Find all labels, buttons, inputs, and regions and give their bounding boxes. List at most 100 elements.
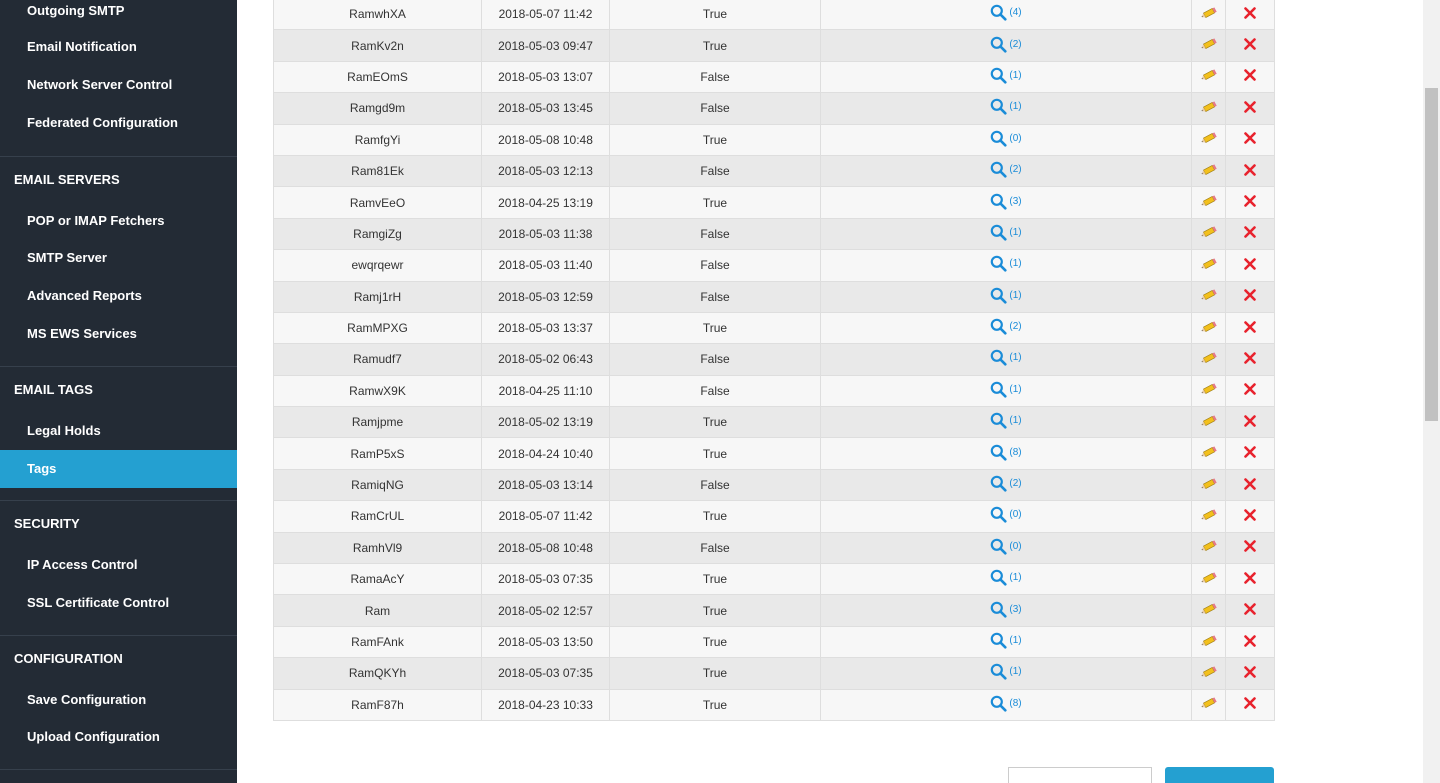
view-emails-link[interactable]: (1)	[990, 224, 1022, 241]
view-emails-link[interactable]: (1)	[990, 255, 1022, 272]
tag-flag-cell: True	[609, 186, 821, 219]
view-emails-link[interactable]: (3)	[990, 601, 1022, 618]
edit-tag-button[interactable]	[1200, 37, 1218, 51]
view-emails-link[interactable]: (1)	[990, 663, 1022, 680]
email-count: (1)	[1009, 383, 1022, 395]
delete-tag-button[interactable]	[1244, 571, 1256, 584]
delete-cell	[1225, 406, 1275, 439]
delete-tag-button[interactable]	[1244, 383, 1256, 396]
email-count: (1)	[1009, 635, 1022, 646]
view-emails-link[interactable]: (4)	[990, 4, 1022, 21]
view-emails-link[interactable]: (0)	[990, 538, 1022, 555]
edit-tag-button[interactable]	[1200, 539, 1218, 553]
delete-tag-button[interactable]	[1244, 540, 1256, 553]
delete-tag-button[interactable]	[1244, 634, 1256, 647]
sidebar-heading-security: SECURITY	[14, 516, 80, 531]
view-emails-link[interactable]: (0)	[990, 130, 1022, 147]
delete-tag-button[interactable]	[1244, 603, 1256, 615]
view-emails-link[interactable]: (1)	[990, 381, 1022, 398]
edit-tag-button[interactable]	[1200, 257, 1218, 271]
sidebar-item-ip-access-control[interactable]: IP Access Control	[0, 546, 237, 584]
delete-tag-button[interactable]	[1244, 163, 1256, 176]
sidebar-item-pop-or-imap-fetchers[interactable]: POP or IMAP Fetchers	[0, 202, 237, 240]
delete-tag-button[interactable]	[1244, 258, 1256, 270]
edit-tag-button[interactable]	[1200, 163, 1218, 177]
view-emails-link[interactable]: (1)	[990, 287, 1022, 304]
edit-tag-button[interactable]	[1200, 351, 1218, 365]
view-emails-link[interactable]: (1)	[990, 98, 1022, 115]
delete-tag-button[interactable]	[1244, 446, 1256, 458]
edit-tag-button[interactable]	[1200, 414, 1218, 428]
edit-tag-button[interactable]	[1200, 131, 1218, 145]
view-emails-link[interactable]: (1)	[990, 569, 1022, 586]
view-cell: (1)	[820, 249, 1192, 282]
edit-tag-button[interactable]	[1200, 477, 1218, 491]
delete-tag-button[interactable]	[1244, 38, 1256, 50]
view-emails-link[interactable]: (2)	[990, 161, 1022, 178]
sidebar-item-network-server-control[interactable]: Network Server Control	[0, 67, 237, 103]
edit-tag-button[interactable]	[1200, 602, 1218, 616]
edit-tag-button[interactable]	[1200, 445, 1218, 459]
delete-tag-button[interactable]	[1244, 320, 1256, 333]
edit-tag-button[interactable]	[1200, 68, 1218, 82]
edit-tag-button[interactable]	[1200, 194, 1218, 208]
sidebar-item-email-notification[interactable]: Email Notification	[0, 29, 237, 65]
delete-tag-button[interactable]	[1244, 697, 1256, 710]
view-emails-link[interactable]: (2)	[990, 36, 1022, 53]
view-emails-link[interactable]: (3)	[990, 193, 1022, 210]
tag-date-cell: 2018-05-03 12:59	[481, 280, 610, 313]
edit-tag-button[interactable]	[1200, 696, 1218, 710]
page-scrollbar[interactable]	[1423, 0, 1440, 783]
sidebar-item-upload-configuration[interactable]: Upload Configuration	[0, 718, 237, 756]
edit-tag-button[interactable]	[1200, 288, 1218, 302]
view-emails-link[interactable]: (1)	[990, 67, 1022, 84]
view-emails-link[interactable]: (1)	[990, 412, 1022, 429]
edit-tag-button[interactable]	[1200, 508, 1218, 522]
delete-tag-button[interactable]	[1244, 132, 1256, 145]
sidebar-item-smtp-server[interactable]: SMTP Server	[0, 239, 237, 277]
edit-tag-button[interactable]	[1200, 320, 1218, 334]
sidebar-item-tags[interactable]: Tags	[0, 450, 237, 488]
edit-tag-button[interactable]	[1200, 225, 1218, 239]
delete-tag-button[interactable]	[1244, 289, 1256, 302]
magnifier-icon	[991, 193, 1007, 210]
edit-tag-button[interactable]	[1200, 571, 1218, 585]
view-emails-link[interactable]: (1)	[990, 349, 1022, 367]
delete-tag-button[interactable]	[1244, 6, 1256, 19]
view-emails-link[interactable]: (8)	[990, 444, 1022, 461]
delete-tag-button[interactable]	[1244, 101, 1256, 113]
edit-tag-button[interactable]	[1200, 382, 1218, 396]
sidebar-item-ssl-certificate-control[interactable]: SSL Certificate Control	[0, 584, 237, 622]
edit-tag-button[interactable]	[1200, 665, 1218, 679]
delete-tag-button[interactable]	[1244, 195, 1256, 207]
view-emails-link[interactable]: (8)	[990, 695, 1022, 712]
view-emails-link[interactable]: (2)	[990, 475, 1022, 492]
edit-tag-button[interactable]	[1200, 6, 1218, 20]
sidebar-item-federated-configuration[interactable]: Federated Configuration	[0, 105, 237, 141]
sidebar-item-advanced-reports[interactable]: Advanced Reports	[0, 277, 237, 315]
delete-tag-button[interactable]	[1244, 666, 1256, 678]
sidebar-item-legal-holds[interactable]: Legal Holds	[0, 412, 237, 450]
delete-tag-button[interactable]	[1244, 509, 1256, 521]
sidebar-item-outgoing-smtp[interactable]: Outgoing SMTP	[0, 0, 237, 29]
delete-tag-button[interactable]	[1244, 352, 1256, 364]
sidebar-item-save-configuration[interactable]: Save Configuration	[0, 681, 237, 719]
sidebar-item-ms-ews-services[interactable]: MS EWS Services	[0, 315, 237, 353]
view-emails-link[interactable]: (2)	[990, 318, 1022, 335]
view-emails-link[interactable]: (1)	[990, 632, 1022, 649]
close-x-icon	[1244, 666, 1256, 678]
edit-tag-button[interactable]	[1200, 100, 1218, 114]
delete-tag-button[interactable]	[1244, 477, 1256, 490]
edit-tag-button[interactable]	[1200, 634, 1218, 648]
email-count: (1)	[1009, 226, 1022, 238]
delete-tag-button[interactable]	[1244, 226, 1256, 239]
delete-tag-button[interactable]	[1244, 69, 1256, 82]
scrollbar-thumb[interactable]	[1425, 88, 1438, 421]
add-tag-button[interactable]: Add Tag	[1165, 767, 1274, 783]
tag-name-input[interactable]	[1008, 767, 1152, 783]
delete-tag-button[interactable]	[1244, 414, 1256, 427]
table-row: Ramudf7 2018-05-02 06:43 False (1)	[273, 343, 1275, 376]
tag-name-cell: RamgiZg	[273, 217, 482, 251]
tag-flag-cell: True	[609, 500, 821, 533]
view-emails-link[interactable]: (0)	[990, 506, 1022, 524]
